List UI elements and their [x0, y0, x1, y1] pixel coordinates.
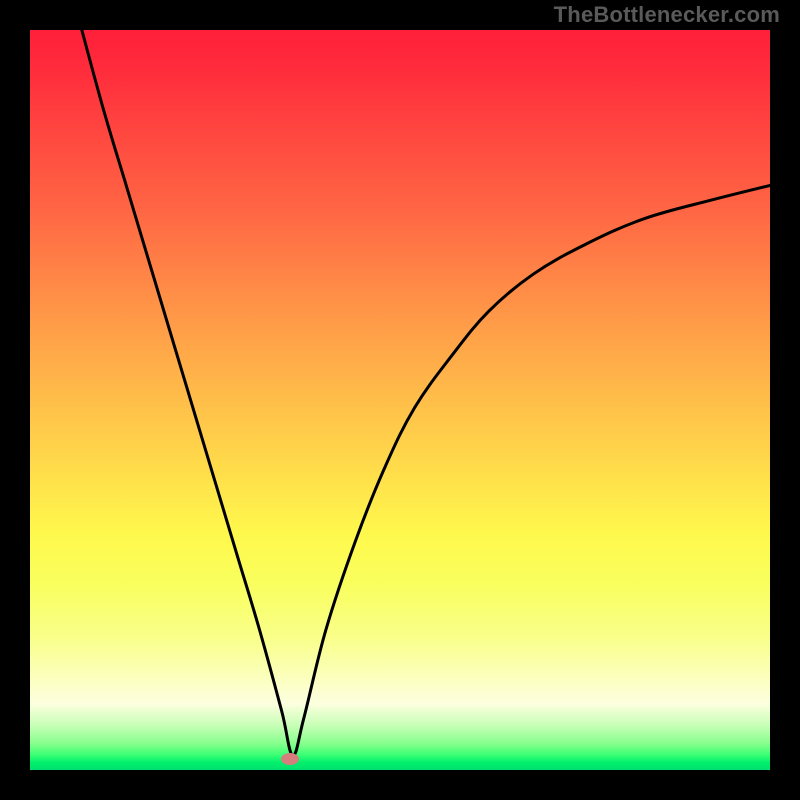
curve-svg	[30, 30, 770, 770]
bottleneck-curve	[82, 30, 770, 755]
chart-frame: TheBottlenecker.com	[0, 0, 800, 800]
attribution-text: TheBottlenecker.com	[554, 2, 780, 28]
plot-area	[30, 30, 770, 770]
optimal-spot	[281, 753, 299, 765]
